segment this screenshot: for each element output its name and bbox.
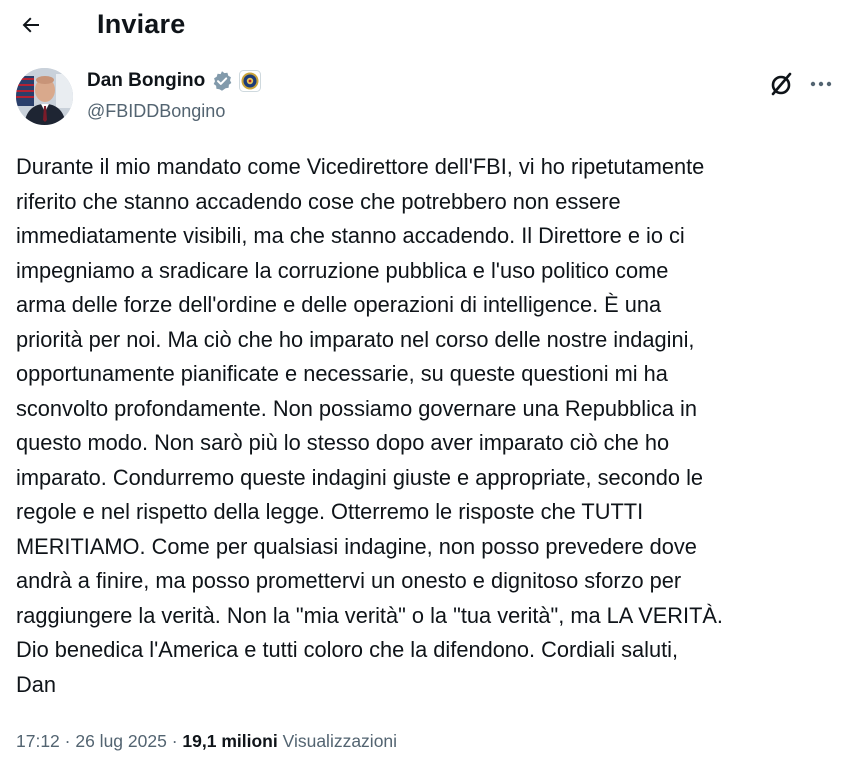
grok-icon[interactable] xyxy=(768,70,796,98)
tweet-date[interactable]: 26 lug 2025 xyxy=(75,731,166,751)
avatar-image xyxy=(16,68,73,125)
arrow-left-icon xyxy=(22,17,39,33)
meta-separator-2: · xyxy=(166,731,183,751)
more-options-icon[interactable] xyxy=(806,70,836,98)
name-row: Dan Bongino xyxy=(87,70,262,92)
page-title: Inviare xyxy=(97,9,186,39)
views-count: 19,1 milioni xyxy=(182,731,278,751)
fbi-seal-icon[interactable] xyxy=(239,70,262,92)
avatar[interactable] xyxy=(16,68,73,125)
views-label[interactable]: Visualizzazioni xyxy=(283,731,397,751)
tweet-author: Dan Bongino @FBIDDBongino xyxy=(16,68,834,128)
display-name[interactable]: Dan Bongino xyxy=(87,70,205,92)
back-button[interactable] xyxy=(14,8,48,42)
tweet-meta: 17:12 · 26 lug 2025 · 19,1 milioni Visua… xyxy=(16,731,397,752)
tweet-text: Durante il mio mandato come Vicedirettor… xyxy=(16,154,723,697)
meta-separator: · xyxy=(59,731,76,751)
top-bar: Inviare xyxy=(0,0,850,52)
user-handle[interactable]: @FBIDDBongino xyxy=(87,101,225,122)
verified-badge-icon[interactable] xyxy=(211,70,233,92)
tweet-time[interactable]: 17:12 xyxy=(16,731,60,751)
